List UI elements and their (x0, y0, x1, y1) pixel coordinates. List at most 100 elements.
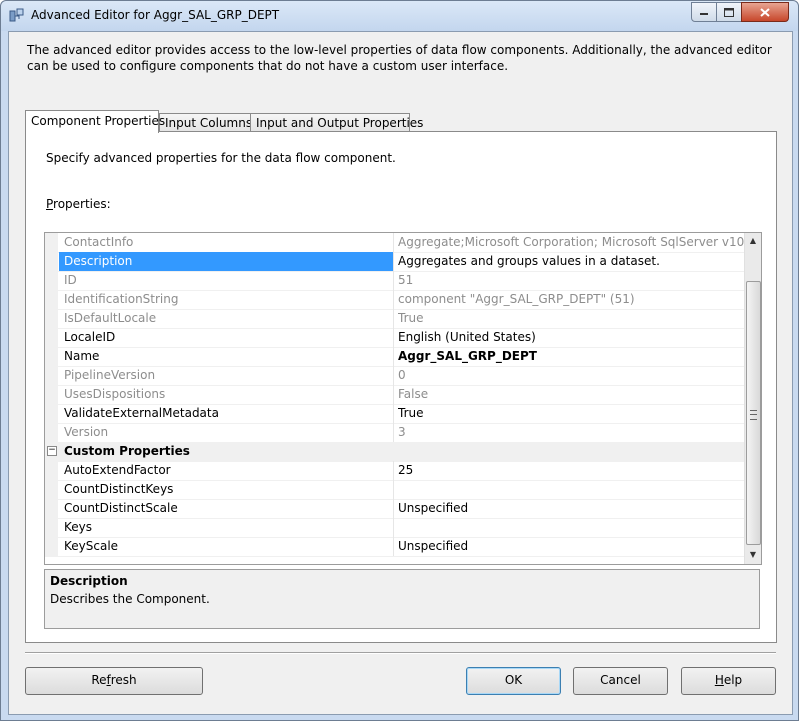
close-button[interactable] (741, 2, 789, 22)
property-name: CountDistinctScale (64, 501, 178, 515)
property-name: CountDistinctKeys (64, 482, 174, 496)
column-separator (393, 537, 394, 556)
ok-button[interactable]: OK (466, 667, 561, 695)
property-name: ContactInfo (64, 235, 134, 249)
column-separator (393, 271, 394, 290)
intro-text: The advanced editor provides access to t… (27, 43, 772, 73)
vertical-scrollbar[interactable]: ▲ ▼ (744, 233, 761, 564)
column-separator (393, 385, 394, 404)
property-value[interactable]: English (United States) (398, 330, 744, 344)
property-grid[interactable]: ContactInfo Aggregate;Microsoft Corporat… (44, 232, 762, 565)
column-separator (393, 461, 394, 480)
property-row[interactable]: CountDistinctScale Unspecified (45, 499, 744, 519)
app-icon (9, 8, 24, 22)
properties-label-accel: P (46, 197, 54, 211)
property-row[interactable]: Version 3 (45, 423, 744, 443)
category-row-custom-properties[interactable]: − Custom Properties (45, 442, 744, 462)
dialog-client-area: The advanced editor provides access to t… (8, 31, 793, 715)
property-value[interactable]: Aggr_SAL_GRP_DEPT (398, 349, 744, 363)
property-value: Aggregate;Microsoft Corporation; Microso… (398, 235, 744, 249)
property-row[interactable]: IsDefaultLocale True (45, 309, 744, 329)
row-gutter (45, 309, 58, 328)
property-name: KeyScale (64, 539, 119, 553)
column-separator (393, 404, 394, 423)
row-gutter (45, 537, 58, 556)
property-row[interactable]: ValidateExternalMetadata True (45, 404, 744, 424)
property-name: UsesDispositions (64, 387, 166, 401)
property-name: AutoExtendFactor (64, 463, 171, 477)
property-name: ValidateExternalMetadata (64, 406, 219, 420)
refresh-label-prefix: Re (91, 673, 107, 687)
property-value: 3 (398, 425, 406, 439)
footer-divider (25, 652, 776, 654)
tab-component-properties[interactable]: Component Properties (25, 110, 165, 133)
row-gutter (45, 233, 58, 252)
column-separator (393, 328, 394, 347)
property-value[interactable]: Aggregates and groups values in a datase… (398, 254, 744, 268)
property-row[interactable]: Description Aggregates and groups values… (45, 252, 744, 272)
collapse-icon[interactable]: − (47, 446, 57, 456)
column-separator (393, 347, 394, 366)
property-value[interactable]: Unspecified (398, 539, 744, 553)
property-name: PipelineVersion (64, 368, 156, 382)
window-title: Advanced Editor for Aggr_SAL_GRP_DEPT (31, 8, 280, 22)
property-row[interactable]: KeyScale Unspecified (45, 537, 744, 557)
column-separator (393, 423, 394, 442)
property-row[interactable]: CountDistinctKeys (45, 480, 744, 500)
property-value[interactable]: 25 (398, 463, 744, 477)
row-gutter (45, 385, 58, 404)
property-row[interactable]: ContactInfo Aggregate;Microsoft Corporat… (45, 233, 744, 253)
property-name: IsDefaultLocale (64, 311, 157, 325)
maximize-button[interactable] (716, 2, 742, 22)
column-separator (393, 480, 394, 499)
row-gutter (45, 290, 58, 309)
tab-input-columns[interactable]: Input Columns (159, 113, 252, 132)
property-value[interactable]: True (398, 406, 744, 420)
minimize-button[interactable] (691, 2, 717, 22)
category-label: Custom Properties (64, 444, 190, 458)
property-row[interactable]: LocaleID English (United States) (45, 328, 744, 348)
property-value: True (398, 311, 424, 325)
description-body: Describes the Component. (50, 592, 210, 606)
property-row[interactable]: IdentificationString component "Aggr_SAL… (45, 290, 744, 310)
property-value[interactable]: Unspecified (398, 501, 744, 515)
property-value: component "Aggr_SAL_GRP_DEPT" (51) (398, 292, 635, 306)
cancel-button[interactable]: Cancel (573, 667, 668, 695)
property-name: Keys (64, 520, 93, 534)
maximize-icon (724, 7, 734, 17)
tab-page: Specify advanced properties for the data… (25, 131, 777, 643)
refresh-label-rest: resh (110, 673, 137, 687)
column-separator (393, 309, 394, 328)
column-separator (393, 252, 394, 271)
scroll-up-icon[interactable]: ▲ (745, 233, 761, 249)
property-name: Version (64, 425, 109, 439)
property-name: Description (64, 254, 133, 268)
scroll-down-icon[interactable]: ▼ (745, 547, 761, 563)
refresh-button[interactable]: Refresh (25, 667, 203, 695)
help-label-rest: elp (723, 673, 743, 687)
help-button[interactable]: Help (681, 667, 776, 695)
row-gutter (45, 480, 58, 499)
property-row[interactable]: UsesDispositions False (45, 385, 744, 405)
property-row[interactable]: ID 51 (45, 271, 744, 291)
title-bar[interactable]: Advanced Editor for Aggr_SAL_GRP_DEPT (1, 1, 798, 31)
row-gutter (45, 366, 58, 385)
minimize-icon (700, 13, 708, 15)
property-row[interactable]: AutoExtendFactor 25 (45, 461, 744, 481)
property-value: 51 (398, 273, 414, 287)
property-row[interactable]: PipelineVersion 0 (45, 366, 744, 386)
property-row[interactable]: Name Aggr_SAL_GRP_DEPT (45, 347, 744, 367)
instruction-text: Specify advanced properties for the data… (46, 151, 396, 165)
scroll-grip-icon (750, 410, 757, 420)
help-label-accel: H (714, 673, 724, 687)
property-row[interactable]: Keys (45, 518, 744, 538)
dialog-window: Advanced Editor for Aggr_SAL_GRP_DEPT Th… (0, 0, 799, 721)
row-gutter (45, 404, 58, 423)
description-title: Description (50, 574, 128, 588)
row-gutter (45, 499, 58, 518)
column-separator (393, 233, 394, 252)
scroll-thumb[interactable] (746, 281, 761, 545)
description-panel: Description Describes the Component. (44, 569, 760, 629)
tab-input-output-properties[interactable]: Input and Output Properties (250, 113, 423, 132)
column-separator (393, 290, 394, 309)
